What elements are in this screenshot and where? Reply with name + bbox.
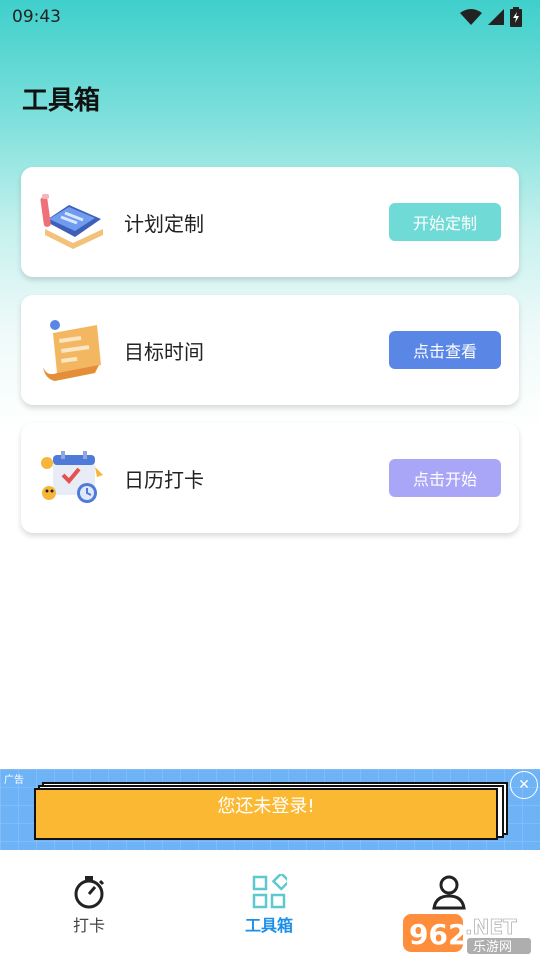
scroll-icon [43, 320, 101, 381]
signal-icon [488, 9, 504, 25]
start-calendar-button[interactable]: 点击开始 [389, 459, 501, 497]
watermark-subtitle: 乐游网 [473, 940, 512, 955]
status-time: 09:43 [12, 7, 61, 27]
card-plan[interactable]: 计划定制 开始定制 [21, 167, 519, 277]
ad-tag: 广告 [4, 775, 24, 786]
nav-item-toolbox[interactable]: 工具箱 [224, 874, 314, 936]
watermark-logo: 962 .NET 乐游网 [403, 910, 535, 956]
page-title: 工具箱 [22, 86, 101, 116]
stopwatch-icon [74, 876, 105, 909]
wifi-icon [460, 9, 482, 25]
card-target[interactable]: 目标时间 点击查看 [21, 295, 519, 405]
status-icons [460, 7, 522, 27]
start-plan-button[interactable]: 开始定制 [389, 203, 501, 241]
watermark-graphic: 962 .NET 乐游网 [403, 914, 531, 955]
watermark-suffix: .NET [465, 915, 517, 939]
nav-label-toolbox: 工具箱 [244, 916, 293, 935]
ad-text: 您还未登录! [217, 796, 315, 817]
grid-icon [252, 874, 287, 909]
nav-item-profile[interactable] [404, 874, 494, 910]
card-calendar[interactable]: 日历打卡 点击开始 [21, 423, 519, 533]
ad-login-prompt[interactable]: 您还未登录! [34, 788, 498, 840]
card-label-calendar: 日历打卡 [124, 467, 204, 492]
card-label-plan: 计划定制 [124, 211, 204, 236]
close-icon[interactable]: ✕ [510, 771, 538, 799]
watermark-number: 962 [409, 918, 467, 951]
nav-item-checkin[interactable]: 打卡 [44, 874, 134, 936]
ad-banner[interactable]: 广告 您还未登录! ✕ [0, 769, 540, 850]
view-target-button[interactable]: 点击查看 [389, 331, 501, 369]
notebook-icon [40, 194, 103, 249]
person-icon [432, 875, 466, 910]
nav-label-checkin: 打卡 [72, 916, 105, 935]
card-label-target: 目标时间 [124, 339, 204, 364]
battery-icon [510, 7, 522, 27]
status-bar: 09:43 [0, 0, 540, 34]
calendar-icon [41, 451, 103, 503]
